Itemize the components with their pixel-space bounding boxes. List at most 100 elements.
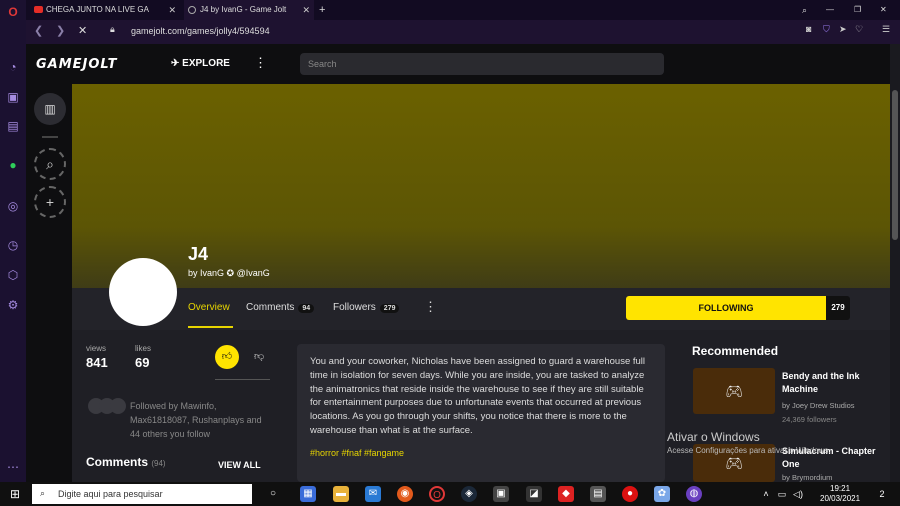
game-content: views 841 likes 69 👍︎ 👎︎ Followed by Maw… xyxy=(72,330,890,482)
player-icon[interactable]: ◎ xyxy=(6,199,20,213)
window-close-icon[interactable]: ✕ xyxy=(880,0,887,20)
opera-logo-icon[interactable]: O xyxy=(6,5,20,19)
tab-youtube[interactable]: CHEGA JUNTO NA LIVE GA ✕ xyxy=(30,0,180,20)
more-options-icon[interactable]: ⋮ xyxy=(424,299,437,315)
forward-icon[interactable]: ❯ xyxy=(56,24,65,37)
task-view-icon[interactable]: ○ xyxy=(265,486,281,502)
close-icon[interactable]: ✕ xyxy=(168,0,176,20)
opera-icon[interactable]: O xyxy=(429,486,445,502)
app-icon[interactable]: ✿ xyxy=(654,486,670,502)
taskbar-search-input[interactable]: Digite aqui para pesquisar xyxy=(32,484,252,504)
like-button[interactable]: 👍︎ xyxy=(215,345,239,369)
followed-by-text: Followed by Mawinfo, Max61818087, Rushan… xyxy=(130,401,262,439)
app-icon[interactable]: ◪ xyxy=(526,486,542,502)
gamejolt-logo[interactable]: GAMEJOLT xyxy=(36,57,117,72)
menu-icon[interactable]: ☰ xyxy=(882,24,890,35)
network-icon[interactable]: ▭ xyxy=(774,486,790,502)
app-icon[interactable]: ▤ xyxy=(590,486,606,502)
close-icon[interactable]: ✕ xyxy=(302,0,310,20)
comments-heading: Comments (94) xyxy=(86,455,166,469)
gamepad-icon: 🎮︎ xyxy=(725,455,743,471)
recommended-title[interactable]: Bendy and the Ink Machine xyxy=(782,370,882,396)
whatsapp-icon[interactable]: ● xyxy=(6,158,20,172)
windows-start-icon[interactable]: ⊞ xyxy=(10,487,20,501)
avatar[interactable] xyxy=(110,398,126,414)
recommended-thumbnail[interactable]: 🎮︎ xyxy=(693,368,775,414)
gamepad-icon: 🎮︎ xyxy=(725,383,743,399)
game-avatar[interactable] xyxy=(109,258,177,326)
follower-count-badge: 279 xyxy=(826,296,850,320)
send-icon[interactable]: ➤ xyxy=(839,24,847,35)
history-icon[interactable]: ◷ xyxy=(6,238,20,252)
address-bar: ❮ ❯ ✕ 🔒︎ gamejolt.com/games/jolly4/59459… xyxy=(26,20,900,44)
tab-label: Followers xyxy=(333,302,376,313)
tab-label: Comments xyxy=(246,302,295,313)
gamejolt-header: GAMEJOLT ✈ EXPLORE ⋮ Search xyxy=(26,44,890,84)
author-label[interactable]: by IvanG xyxy=(188,268,224,278)
clock-date: 20/03/2021 xyxy=(820,494,861,503)
loading-icon xyxy=(188,6,196,14)
more-options-icon[interactable]: ⋮ xyxy=(254,55,267,71)
speed-dial-icon[interactable]: ◔ xyxy=(6,60,20,74)
search-input[interactable]: Search xyxy=(300,53,664,75)
thumbs-up-icon: 👍︎ xyxy=(221,351,233,362)
tab-title: CHEGA JUNTO NA LIVE GA xyxy=(46,5,149,14)
tag-list[interactable]: #horror #fnaf #fangame xyxy=(310,448,652,458)
clock[interactable]: 19:21 20/03/2021 xyxy=(820,484,860,504)
activation-watermark-title: Ativar o Windows xyxy=(667,430,760,444)
store-icon[interactable]: ▦ xyxy=(300,486,316,502)
search-icon: ⌕ xyxy=(40,488,46,498)
explore-label: EXPLORE xyxy=(182,58,230,69)
mail-icon[interactable]: ✉ xyxy=(365,486,381,502)
app-icon[interactable]: ▣ xyxy=(493,486,509,502)
library-icon[interactable]: ▥ xyxy=(34,93,66,125)
dislike-button[interactable]: 👎︎ xyxy=(254,350,264,362)
scroll-thumb[interactable] xyxy=(892,90,898,240)
search-tabs-icon[interactable]: ⌕ xyxy=(802,0,807,20)
file-explorer-icon[interactable]: ▬ xyxy=(333,486,349,502)
verified-icon: ✪ xyxy=(226,268,235,278)
tab-followers[interactable]: Followers 279 xyxy=(333,302,400,313)
explore-link[interactable]: ✈ EXPLORE xyxy=(171,58,230,69)
heart-icon[interactable]: ♡ xyxy=(855,24,863,35)
add-icon[interactable]: + xyxy=(34,186,66,218)
divider xyxy=(215,379,270,380)
volume-icon[interactable]: ◁) xyxy=(790,486,806,502)
camera-icon[interactable]: ◙ xyxy=(806,24,811,34)
record-icon[interactable]: ● xyxy=(622,486,638,502)
firefox-icon[interactable]: ◉ xyxy=(397,486,413,502)
more-icon[interactable]: ⋯ xyxy=(6,460,20,474)
minimize-icon[interactable]: — xyxy=(826,0,834,20)
bag-icon[interactable]: ▣ xyxy=(6,90,20,104)
settings-icon[interactable]: ⚙ xyxy=(6,298,20,312)
tab-overview[interactable]: Overview xyxy=(188,302,230,313)
recommended-dev[interactable]: by Brymordium xyxy=(782,473,832,482)
url-field[interactable]: gamejolt.com/games/jolly4/594594 xyxy=(131,26,270,36)
roblox-icon[interactable]: ◆ xyxy=(558,486,574,502)
recommended-followers: 24,369 followers xyxy=(782,415,837,424)
comments-count: (94) xyxy=(151,459,166,468)
author-handle[interactable]: @IvanG xyxy=(237,268,270,278)
search-icon[interactable]: ⌕ xyxy=(34,148,66,180)
chevron-up-icon[interactable]: ˄ xyxy=(758,486,774,502)
steam-icon[interactable]: ◈ xyxy=(461,486,477,502)
app-icon[interactable]: ◍ xyxy=(686,486,702,502)
back-icon[interactable]: ❮ xyxy=(34,24,43,37)
shield-icon[interactable]: ⛉ xyxy=(823,24,830,35)
recommended-dev[interactable]: by Joey Drew Studios xyxy=(782,401,855,410)
twitch-icon[interactable]: ▤ xyxy=(6,119,20,133)
maximize-icon[interactable]: ❐ xyxy=(854,0,861,20)
tab-gamejolt[interactable]: J4 by IvanG - Game Jolt ✕ xyxy=(184,0,314,20)
clock-time: 19:21 xyxy=(830,484,851,493)
cube-icon[interactable]: ⬡ xyxy=(6,268,20,282)
stop-icon[interactable]: ✕ xyxy=(78,24,87,37)
tab-comments[interactable]: Comments 94 xyxy=(246,302,315,313)
following-button[interactable]: FOLLOWING xyxy=(626,296,826,320)
likes-value: 69 xyxy=(135,355,150,370)
active-tab-indicator xyxy=(188,326,233,328)
scrollbar[interactable] xyxy=(890,44,900,482)
view-all-link[interactable]: VIEW ALL xyxy=(218,460,261,470)
new-tab-button[interactable]: + xyxy=(316,0,332,20)
description-text: You and your coworker, Nicholas have bee… xyxy=(310,356,646,436)
notifications-badge[interactable]: 2 xyxy=(874,486,890,502)
